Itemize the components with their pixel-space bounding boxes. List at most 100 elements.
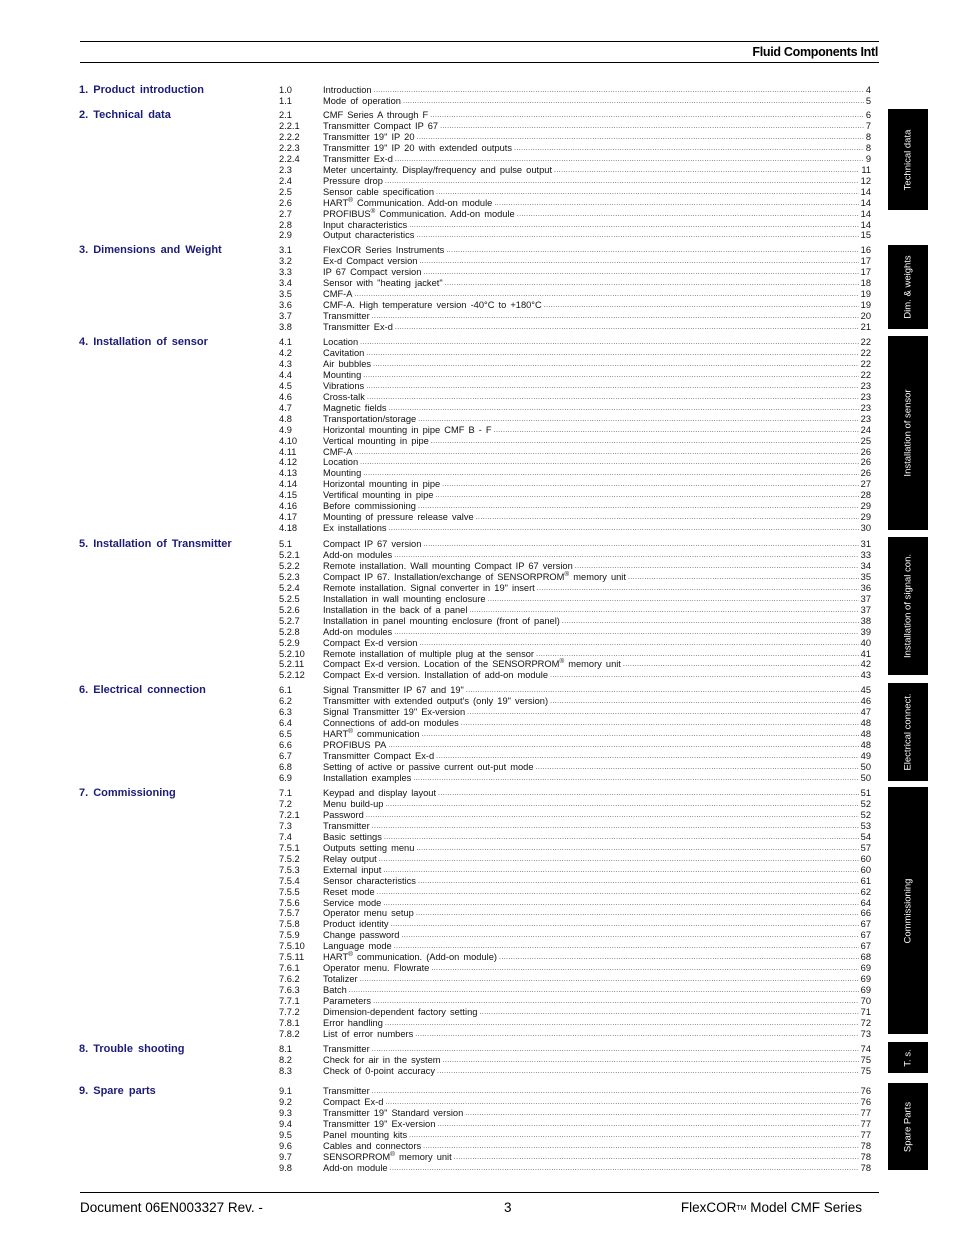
side-tab[interactable]: Spare Parts: [888, 1083, 928, 1170]
section-heading[interactable]: 2. Technical data: [79, 109, 171, 121]
toc-entry[interactable]: 7.2.1 Password 52: [279, 810, 871, 821]
toc-entry[interactable]: 2.5 Sensor cable specification 14: [279, 187, 871, 198]
toc-entry[interactable]: 5.2.3 Compact IP 67. Installation/exchang…: [279, 571, 871, 583]
toc-entry[interactable]: 9.1 Transmitter 76: [279, 1086, 871, 1097]
toc-entry[interactable]: 7.7.1 Parameters 70: [279, 996, 871, 1007]
toc-entry[interactable]: 7.5.3 External input 60: [279, 865, 871, 876]
toc-entry[interactable]: 3.8 Transmitter Ex-d 21: [279, 322, 871, 333]
toc-entry[interactable]: 9.5 Panel mounting kits 77: [279, 1130, 871, 1141]
toc-entry[interactable]: 7.5.6 Service mode 64: [279, 898, 871, 909]
toc-entry[interactable]: 4.17 Mounting of pressure release valve 29: [279, 512, 871, 523]
toc-entry[interactable]: 5.2.2 Remote installation. Wall mounting …: [279, 561, 871, 572]
toc-entry[interactable]: 7.6.2 Totalizer 69: [279, 974, 871, 985]
section-heading[interactable]: 8. Trouble shooting: [79, 1043, 184, 1055]
toc-entry[interactable]: 7.1 Keypad and display layout 51: [279, 788, 871, 799]
toc-entry[interactable]: 6.2 Transmitter with extended output's (o…: [279, 696, 871, 707]
toc-entry[interactable]: 1.1 Mode of operation 5: [279, 96, 871, 107]
side-tab[interactable]: Commissioning: [888, 787, 928, 1034]
toc-entry[interactable]: 3.7 Transmitter 20: [279, 311, 871, 322]
toc-entry[interactable]: 6.6 PROFIBUS PA 48: [279, 740, 871, 751]
toc-entry[interactable]: 2.4 Pressure drop 12: [279, 176, 871, 187]
toc-entry[interactable]: 6.3 Signal Transmitter 19" Ex-version 47: [279, 707, 871, 718]
section-heading[interactable]: 4. Installation of sensor: [79, 336, 208, 348]
side-tab[interactable]: T. s.: [888, 1042, 928, 1073]
toc-entry[interactable]: 9.4 Transmitter 19" Ex-version 77: [279, 1119, 871, 1130]
toc-entry[interactable]: 7.7.2 Dimension-dependent factory setting…: [279, 1007, 871, 1018]
toc-entry[interactable]: 7.5.2 Relay output 60: [279, 854, 871, 865]
toc-entry[interactable]: 8.2 Check for air in the system 75: [279, 1055, 871, 1066]
side-tab[interactable]: Electrical connect.: [888, 683, 928, 781]
toc-entry[interactable]: 9.8 Add-on module 78: [279, 1163, 871, 1174]
toc-entry[interactable]: 4.5 Vibrations 23: [279, 381, 871, 392]
toc-entry[interactable]: 9.3 Transmitter 19" Standard version 77: [279, 1108, 871, 1119]
toc-entry[interactable]: 8.3 Check of 0-point accuracy 75: [279, 1066, 871, 1077]
toc-entry[interactable]: 5.2.8 Add-on modules 39: [279, 627, 871, 638]
toc-entry[interactable]: 2.8 Input characteristics 14: [279, 220, 871, 231]
toc-entry[interactable]: 4.14 Horizontal mounting in pipe 27: [279, 479, 871, 490]
side-tab[interactable]: Installation of sensor: [888, 336, 928, 530]
toc-entry[interactable]: 7.2 Menu build-up 52: [279, 799, 871, 810]
toc-entry[interactable]: 5.2.4 Remote installation. Signal convert…: [279, 583, 871, 594]
toc-entry[interactable]: 3.3 IP 67 Compact version 17: [279, 267, 871, 278]
toc-entry[interactable]: 2.2.4 Transmitter Ex-d 9: [279, 154, 871, 165]
toc-entry[interactable]: 5.2.11 Compact Ex-d version. Location of …: [279, 659, 871, 671]
toc-entry[interactable]: 7.5.4 Sensor characteristics 61: [279, 876, 871, 887]
toc-entry[interactable]: 4.11 CMF-A 26: [279, 447, 871, 458]
toc-entry[interactable]: 4.7 Magnetic fields 23: [279, 403, 871, 414]
toc-entry[interactable]: 2.2.2 Transmitter 19" IP 20 8: [279, 132, 871, 143]
toc-entry[interactable]: 5.2.1 Add-on modules 33: [279, 550, 871, 561]
toc-entry[interactable]: 7.8.2 List of error numbers 73: [279, 1029, 871, 1040]
toc-entry[interactable]: 4.16 Before commissioning 29: [279, 501, 871, 512]
toc-entry[interactable]: 4.1 Location 22: [279, 337, 871, 348]
toc-entry[interactable]: 2.2.3 Transmitter 19" IP 20 with extended…: [279, 143, 871, 154]
toc-entry[interactable]: 6.5 HART® communication 48: [279, 728, 871, 740]
toc-entry[interactable]: 4.2 Cavitation 22: [279, 348, 871, 359]
toc-entry[interactable]: 6.9 Installation examples 50: [279, 773, 871, 784]
toc-entry[interactable]: 9.6 Cables and connectors 78: [279, 1141, 871, 1152]
toc-entry[interactable]: 4.8 Transportation/storage 23: [279, 414, 871, 425]
toc-entry[interactable]: 4.12 Location 26: [279, 457, 871, 468]
section-heading[interactable]: 7. Commissioning: [79, 787, 176, 799]
toc-entry[interactable]: 4.4 Mounting 22: [279, 370, 871, 381]
toc-entry[interactable]: 4.9 Horizontal mounting in pipe CMF B - F…: [279, 425, 871, 436]
toc-entry[interactable]: 7.5.7 Operator menu setup 66: [279, 908, 871, 919]
toc-entry[interactable]: 3.5 CMF-A 19: [279, 289, 871, 300]
toc-entry[interactable]: 7.5.1 Outputs setting menu 57: [279, 843, 871, 854]
toc-entry[interactable]: 3.2 Ex-d Compact version 17: [279, 256, 871, 267]
toc-entry[interactable]: 5.2.5 Installation in wall mounting enclo…: [279, 594, 871, 605]
toc-entry[interactable]: 7.3 Transmitter 53: [279, 821, 871, 832]
toc-entry[interactable]: 4.10 Vertical mounting in pipe 25: [279, 436, 871, 447]
side-tab[interactable]: Dim. & weights: [888, 245, 928, 329]
toc-entry[interactable]: 2.3 Meter uncertainty. Display/frequency …: [279, 165, 871, 176]
section-heading[interactable]: 3. Dimensions and Weight: [79, 244, 222, 256]
section-heading[interactable]: 9. Spare parts: [79, 1085, 156, 1097]
toc-entry[interactable]: 8.1 Transmitter 74: [279, 1044, 871, 1055]
toc-entry[interactable]: 5.2.7 Installation in panel mounting encl…: [279, 616, 871, 627]
toc-entry[interactable]: 4.15 Vertifical mounting in pipe 28: [279, 490, 871, 501]
toc-entry[interactable]: 5.2.9 Compact Ex-d version 40: [279, 638, 871, 649]
toc-entry[interactable]: 9.7 SENSORPROM® memory unit 78: [279, 1151, 871, 1163]
toc-entry[interactable]: 4.18 Ex installations 30: [279, 523, 871, 534]
toc-entry[interactable]: 2.9 Output characteristics 15: [279, 230, 871, 241]
toc-entry[interactable]: 7.4 Basic settings 54: [279, 832, 871, 843]
toc-entry[interactable]: 4.6 Cross-talk 23: [279, 392, 871, 403]
section-heading[interactable]: 5. Installation of Transmitter: [79, 538, 232, 550]
side-tab[interactable]: Installation of signal con.: [888, 537, 928, 675]
toc-entry[interactable]: 7.8.1 Error handling 72: [279, 1018, 871, 1029]
toc-entry[interactable]: 2.1 CMF Series A through F 6: [279, 110, 871, 121]
toc-entry[interactable]: 6.8 Setting of active or passive current …: [279, 762, 871, 773]
toc-entry[interactable]: 9.2 Compact Ex-d 76: [279, 1097, 871, 1108]
toc-entry[interactable]: 6.4 Connections of add-on modules 48: [279, 718, 871, 729]
toc-entry[interactable]: 2.6 HART® Communication. Add-on module 14: [279, 197, 871, 209]
toc-entry[interactable]: 5.2.12 Compact Ex-d version. Installation…: [279, 670, 871, 681]
toc-entry[interactable]: 5.2.6 Installation in the back of a panel…: [279, 605, 871, 616]
toc-entry[interactable]: 3.1 FlexCOR Series Instruments 16: [279, 245, 871, 256]
toc-entry[interactable]: 1.0 Introduction 4: [279, 85, 871, 96]
toc-entry[interactable]: 7.5.9 Change password 67: [279, 930, 871, 941]
toc-entry[interactable]: 6.7 Transmitter Compact Ex-d 49: [279, 751, 871, 762]
section-heading[interactable]: 6. Electrical connection: [79, 684, 206, 696]
toc-entry[interactable]: 7.6.1 Operator menu. Flowrate 69: [279, 963, 871, 974]
toc-entry[interactable]: 4.13 Mounting 26: [279, 468, 871, 479]
toc-entry[interactable]: 7.5.8 Product identity 67: [279, 919, 871, 930]
toc-entry[interactable]: 7.5.5 Reset mode 62: [279, 887, 871, 898]
